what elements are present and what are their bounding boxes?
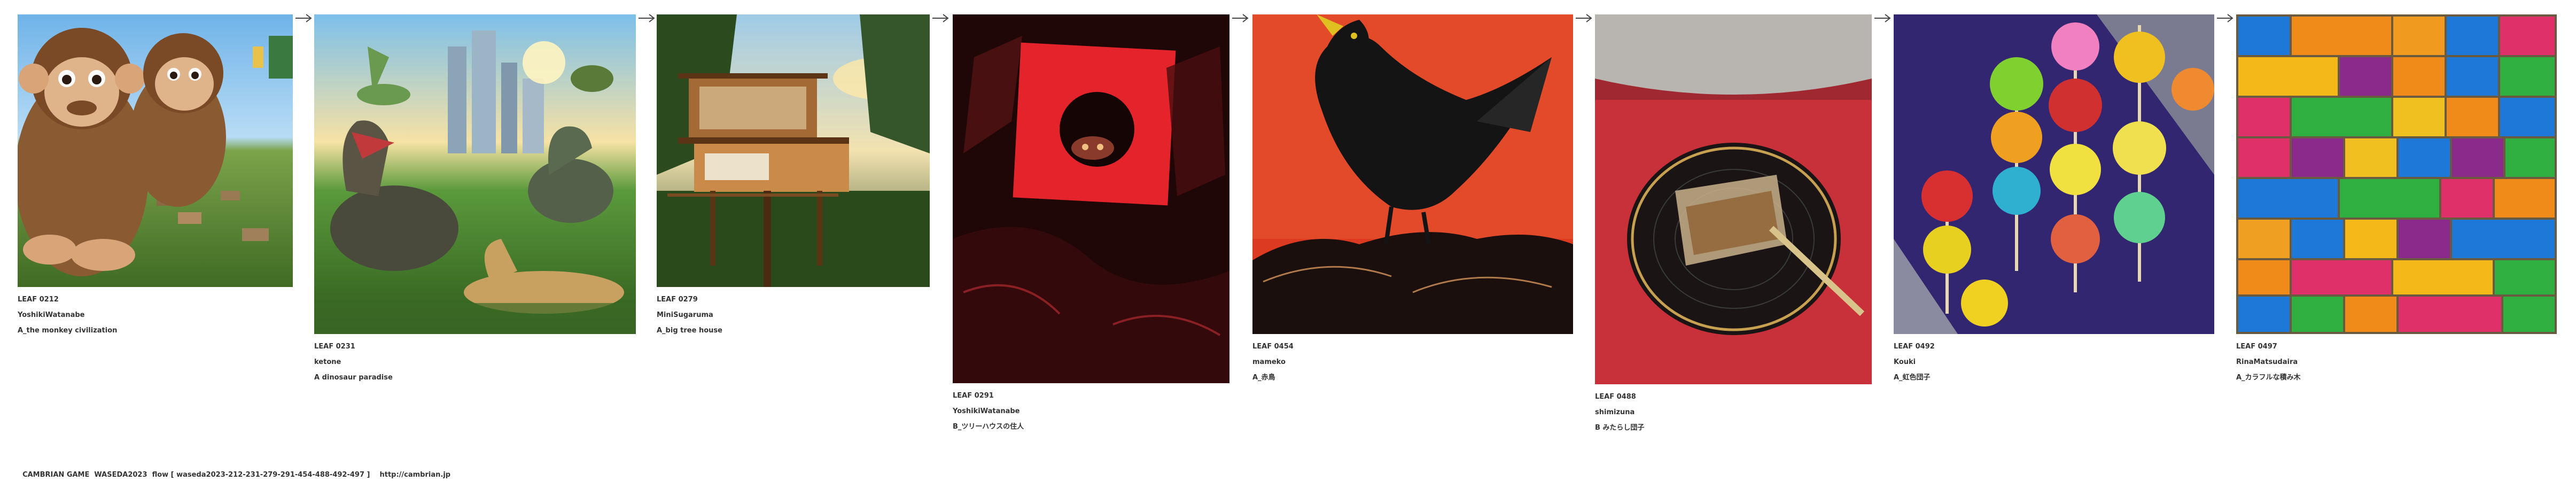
leaf-author[interactable]: YoshikiWatanabe xyxy=(953,404,1024,419)
footer-game-info: CAMBRIAN GAME WASEDA2023 flow [ waseda20… xyxy=(22,471,370,479)
leaf-id: LEAF 0231 xyxy=(314,343,355,351)
leaf-author[interactable]: RinaMatsudaira xyxy=(2236,354,2301,370)
leaf-author[interactable]: YoshikiWatanabe xyxy=(18,307,117,323)
leaf-id: LEAF 0291 xyxy=(953,392,994,400)
leaf-image-dinosaurs[interactable] xyxy=(314,14,636,334)
leaf-image-dango-plate[interactable] xyxy=(1595,14,1872,384)
arrow-right-icon xyxy=(1575,13,1593,24)
leaf-image-monkeys[interactable] xyxy=(18,14,293,287)
leaf-title: A_big tree house xyxy=(657,327,722,335)
leaf-author[interactable]: mameko xyxy=(1252,354,1294,370)
leaf-id: LEAF 0454 xyxy=(1252,343,1294,351)
arrow-right-icon xyxy=(931,13,950,24)
leaf-id: LEAF 0488 xyxy=(1595,393,1636,401)
arrow-right-icon xyxy=(294,13,313,24)
leaf-author[interactable]: shimizuna xyxy=(1595,405,1644,420)
leaf-title: A dinosaur paradise xyxy=(314,374,393,382)
leaf-author[interactable]: Kouki xyxy=(1894,354,1935,370)
leaf-title: A_虹色団子 xyxy=(1894,374,1931,382)
leaf-title: B みたらし団子 xyxy=(1595,424,1645,432)
footer: CAMBRIAN GAME WASEDA2023 flow [ waseda20… xyxy=(18,463,460,479)
leaf-id: LEAF 0492 xyxy=(1894,343,1935,351)
leaf-title: A_the monkey civilization xyxy=(18,327,118,335)
leaf-image-rainbow-dango[interactable] xyxy=(1894,14,2214,334)
leaf-id: LEAF 0497 xyxy=(2236,343,2277,351)
leaf-id: LEAF 0212 xyxy=(18,296,59,304)
leaf-author[interactable]: MiniSugaruma xyxy=(657,307,722,323)
arrow-right-icon xyxy=(1873,13,1892,24)
arrow-right-icon xyxy=(1231,13,1249,24)
leaf-id: LEAF 0279 xyxy=(657,296,698,304)
leaf-title: A_赤鳥 xyxy=(1252,374,1275,382)
leaf-title: B_ツリーハウスの住人 xyxy=(953,423,1024,431)
arrow-right-icon xyxy=(637,13,656,24)
arrow-right-icon xyxy=(2216,13,2234,24)
leaf-image-red-window[interactable] xyxy=(953,14,1229,383)
leaf-image-colorful-blocks[interactable] xyxy=(2236,14,2557,334)
leaf-image-treehouse[interactable] xyxy=(657,14,930,287)
leaf-title: A_カラフルな積み木 xyxy=(2236,374,2301,382)
leaf-author[interactable]: ketone xyxy=(314,354,393,370)
footer-url-link[interactable]: http://cambrian.jp xyxy=(379,471,450,479)
leaf-image-crow[interactable] xyxy=(1252,14,1573,334)
